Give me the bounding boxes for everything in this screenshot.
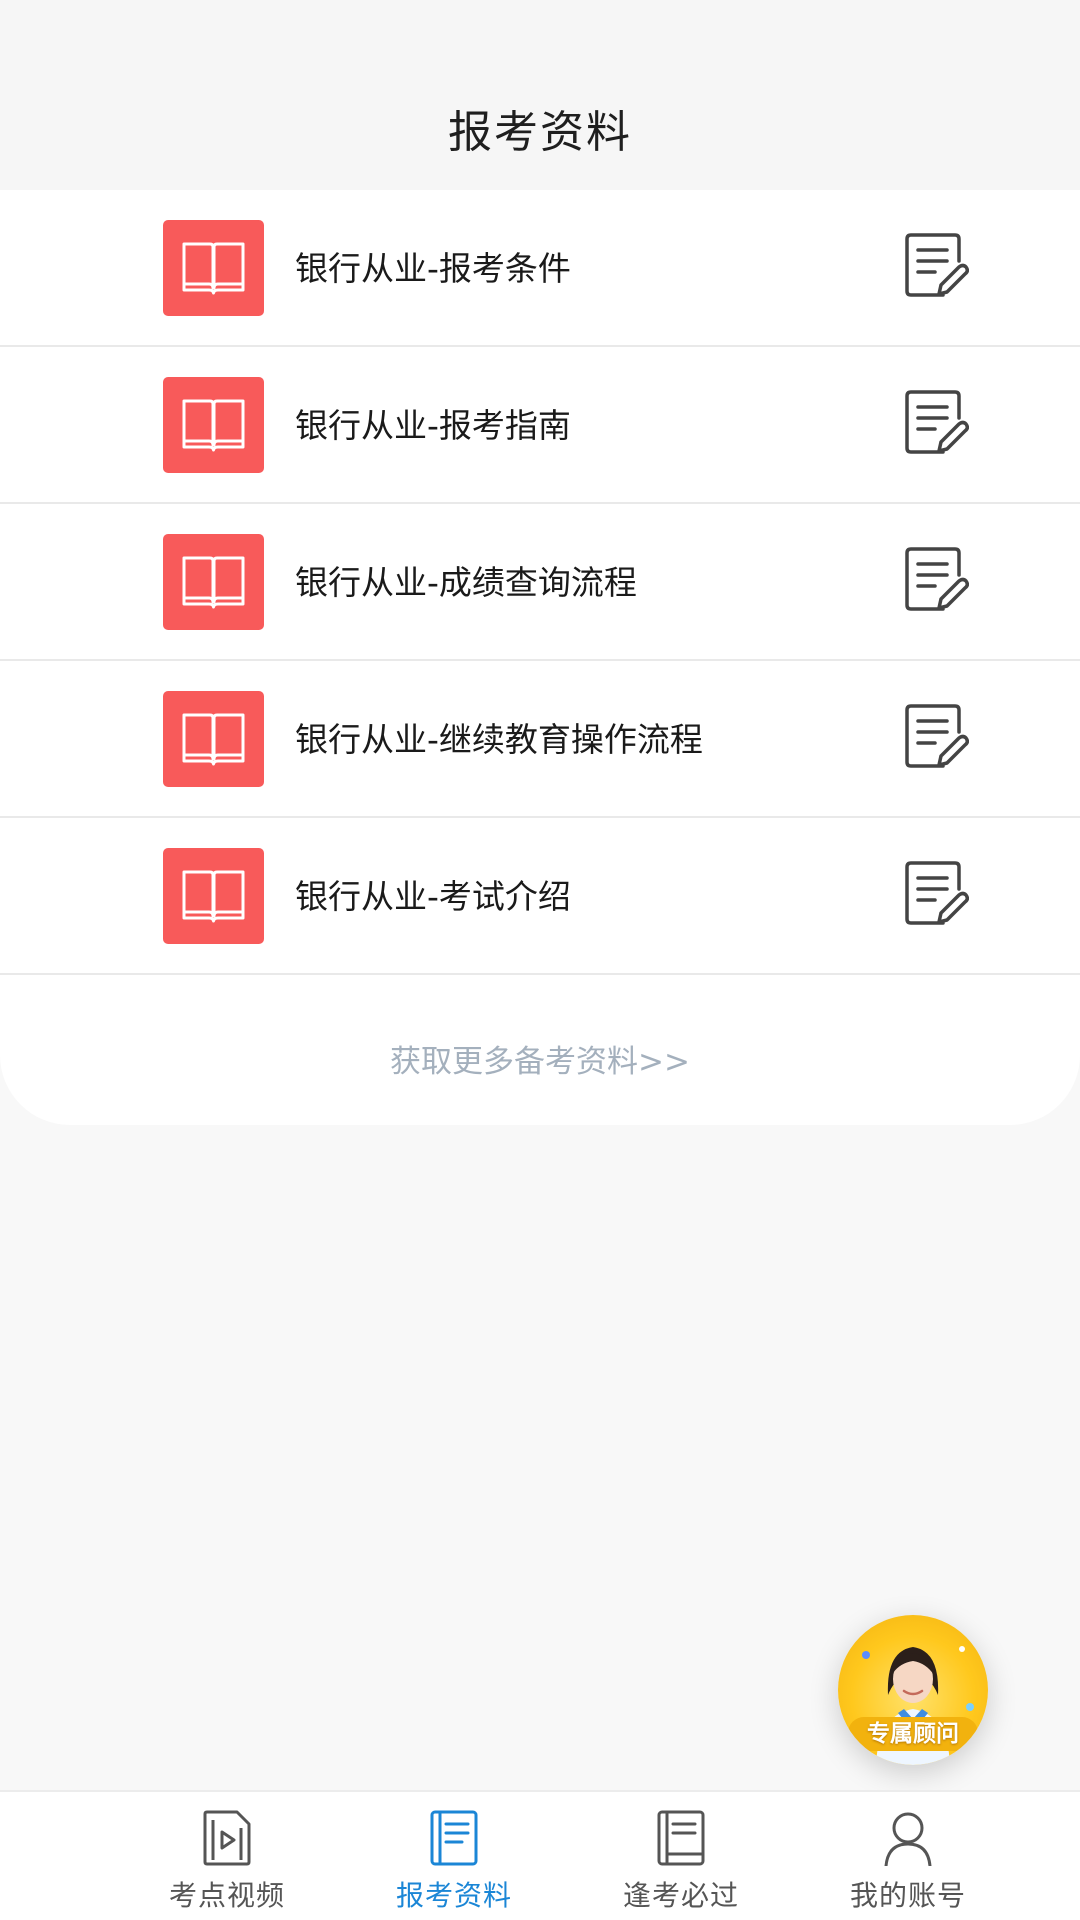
header: 报考资料 [0, 0, 1080, 190]
list-item[interactable]: 银行从业-成绩查询流程 [0, 504, 1080, 661]
book-icon [163, 848, 264, 944]
video-doc-icon [203, 1810, 251, 1866]
list-item[interactable]: 银行从业-考试介绍 [0, 818, 1080, 975]
list-item-label: 银行从业-报考指南 [295, 406, 571, 445]
edit-doc-icon[interactable] [903, 859, 969, 929]
tab-label: 报考资料 [395, 1879, 512, 1912]
edit-doc-icon[interactable] [903, 545, 969, 615]
bottom-tab-bar: 考点视频 报考资料 逢考必过 我的账号 [0, 1790, 1080, 1920]
advisor-button[interactable]: 专属顾问 [838, 1615, 988, 1765]
tab-materials[interactable]: 报考资料 [364, 1792, 544, 1920]
book-icon [163, 691, 264, 787]
book-icon [163, 377, 264, 473]
list-item[interactable]: 银行从业-继续教育操作流程 [0, 661, 1080, 818]
book-icon [657, 1810, 705, 1866]
page-title: 报考资料 [448, 107, 632, 158]
list-item[interactable]: 银行从业-报考指南 [0, 347, 1080, 504]
tab-label: 逢考必过 [622, 1879, 739, 1912]
tab-videos[interactable]: 考点视频 [137, 1792, 317, 1920]
list-item-label: 银行从业-报考条件 [295, 249, 571, 288]
page: 报考资料 银行从业-报考条件 银行从业-报考指南 银行从业-成绩查询流程 银行从… [0, 0, 1080, 1920]
edit-doc-icon[interactable] [903, 231, 969, 301]
book-icon [163, 220, 264, 316]
materials-card: 银行从业-报考条件 银行从业-报考指南 银行从业-成绩查询流程 银行从业-继续教… [0, 190, 1080, 1125]
edit-doc-icon[interactable] [903, 388, 969, 458]
list-item[interactable]: 银行从业-报考条件 [0, 190, 1080, 347]
tab-account[interactable]: 我的账号 [818, 1792, 998, 1920]
tab-label: 考点视频 [168, 1879, 285, 1912]
user-icon [884, 1812, 932, 1866]
more-materials-link[interactable]: 获取更多备考资料>> [0, 1036, 1080, 1081]
list-item-label: 银行从业-继续教育操作流程 [295, 720, 703, 759]
edit-doc-icon[interactable] [903, 702, 969, 772]
book-doc-icon [430, 1810, 478, 1866]
advisor-badge: 专属顾问 [848, 1717, 978, 1751]
list-item-label: 银行从业-考试介绍 [295, 877, 571, 916]
book-icon [163, 534, 264, 630]
tab-label: 我的账号 [849, 1879, 966, 1912]
tab-pass-exam[interactable]: 逢考必过 [591, 1792, 771, 1920]
list-item-label: 银行从业-成绩查询流程 [295, 563, 637, 602]
